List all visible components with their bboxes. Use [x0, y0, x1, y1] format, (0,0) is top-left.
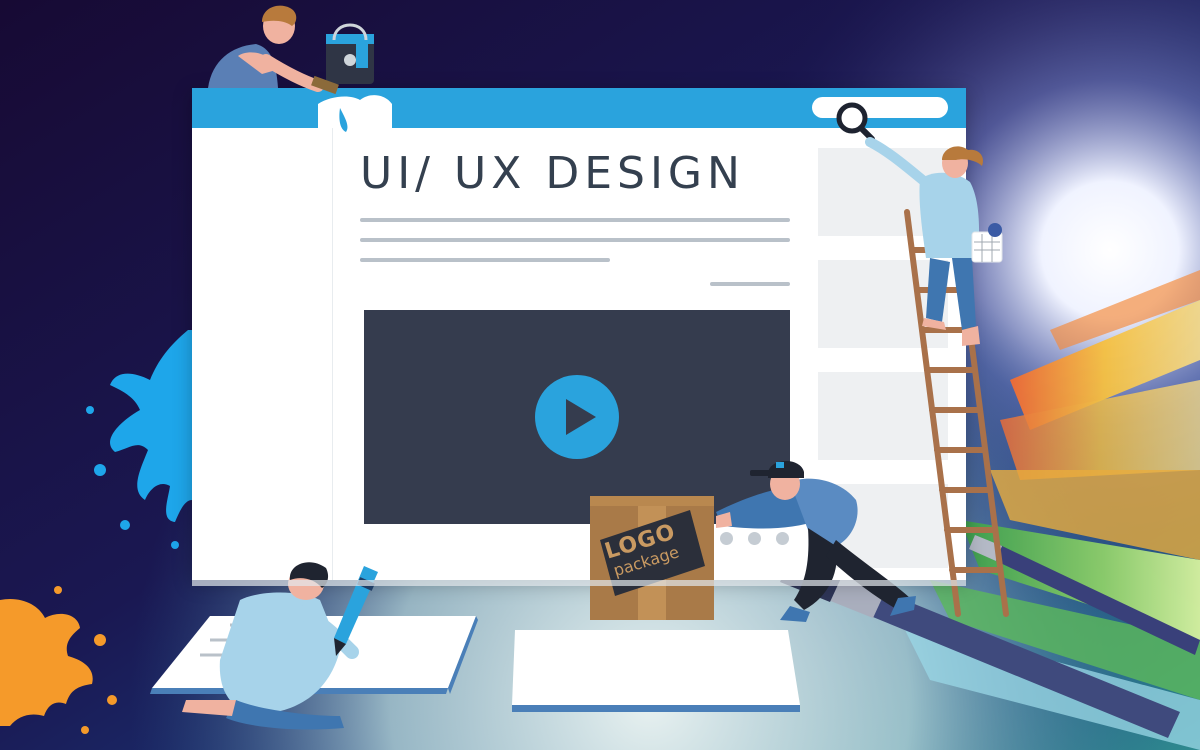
paint-bucket	[326, 23, 374, 84]
characters-layer	[150, 5, 1009, 730]
painter-character	[208, 5, 339, 95]
paint-drip	[318, 95, 392, 132]
illustration-scene: UI/ UX DESIGN LOGO package	[0, 0, 1200, 750]
magnifier-icon	[836, 102, 875, 142]
design-sheet-right	[512, 630, 800, 712]
man-pushing-box	[716, 460, 916, 622]
woman-on-ladder	[865, 137, 1003, 346]
